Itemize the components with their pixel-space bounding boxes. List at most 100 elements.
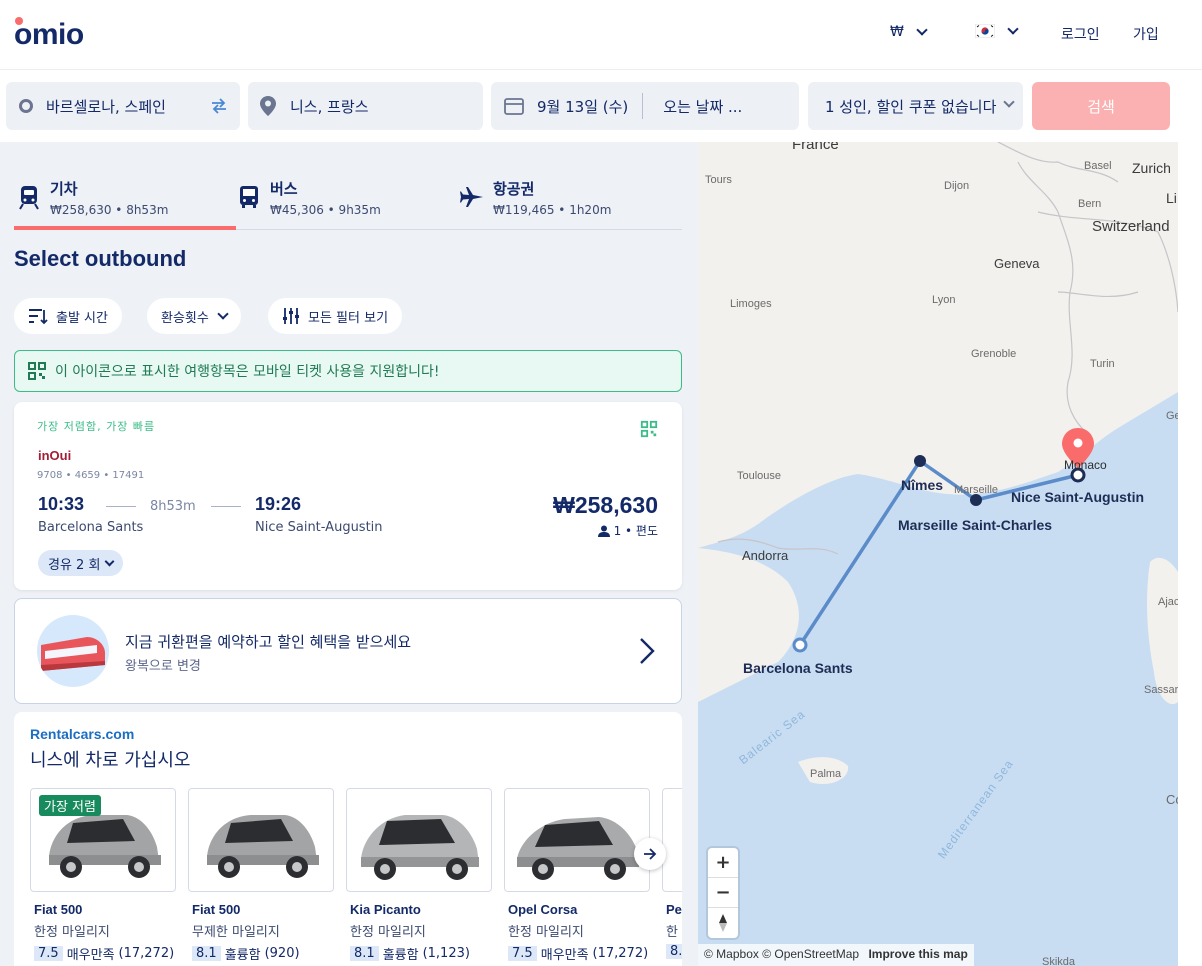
car-rating: 8.	[662, 944, 682, 959]
cheapest-badge: 가장 저렴	[39, 795, 101, 816]
car-image: 가장 저렴	[30, 788, 176, 892]
return-date-placeholder[interactable]: 오는 날짜 ...	[663, 96, 742, 117]
rating-score: 8.1	[192, 946, 221, 961]
train-icon	[19, 186, 39, 210]
chevron-down-icon	[916, 24, 928, 36]
journey-result-card[interactable]: 가장 저렴함, 가장 빠름 inOui 9708 • 4659 • 17491 …	[14, 402, 682, 590]
signup-link[interactable]: 가입	[1133, 24, 1159, 44]
rating-label: 매우만족	[66, 948, 115, 963]
car-card[interactable]: Opel Corsa 한정 마일리지 7.5 매우만족 (17,272)	[504, 788, 650, 963]
attribution-text[interactable]: © Mapbox © OpenStreetMap	[704, 947, 859, 961]
carrier-logo: inOui	[38, 448, 72, 463]
tab-label: 기차	[50, 180, 78, 198]
mobile-ticket-qr-icon	[640, 420, 658, 438]
car-card[interactable]: Fiat 500 무제한 마일리지 8.1 훌륭함 (920)	[188, 788, 334, 963]
results-pane: 기차 ₩258,630 • 8h53m 버스 ₩45,306 • 9h35m 항…	[0, 142, 698, 966]
korea-flag-icon	[975, 24, 995, 38]
all-filters-button[interactable]: 모든 필터 보기	[268, 298, 403, 334]
car-card[interactable]: Kia Picanto 한정 마일리지 8.1 훌륭함 (1,123)	[346, 788, 492, 963]
destination-field[interactable]: 니스, 프랑스	[248, 82, 483, 130]
map-label-sassari: Sassari	[1144, 684, 1181, 696]
zoom-controls: + −	[708, 848, 738, 938]
top-navigation-bar: omio ₩ 로그인 가입	[0, 0, 1202, 70]
date-field[interactable]: 9월 13일 (수) 오는 날짜 ...	[491, 82, 799, 130]
car-card[interactable]: 가장 저렴 Fiat 500 한정 마일리지 7.5 매우만족 (17,272)	[30, 788, 176, 963]
return-trip-promo[interactable]: 지금 귀환편을 예약하고 할인 혜택을 받으세요 왕복으로 변경	[14, 598, 682, 704]
swap-icon[interactable]	[210, 97, 228, 115]
person-icon	[597, 525, 610, 537]
omio-logo[interactable]: omio	[14, 18, 84, 52]
review-count: (17,272)	[592, 946, 649, 961]
map-label-bern: Bern	[1078, 198, 1102, 210]
route-map[interactable]: France Tours Dijon Basel Zurich Bern Li …	[698, 142, 1202, 966]
arrival-time: 19:26	[255, 494, 302, 514]
rating-label: 훌륭함	[224, 948, 261, 963]
rental-title: 니스에 차로 가십시오	[30, 750, 191, 771]
car-rating: 7.5 매우만족 (17,272)	[504, 944, 650, 963]
improve-map-link[interactable]: Improve this map	[868, 947, 967, 961]
map-label-switzerland: Switzerland	[1092, 218, 1170, 235]
station-label-marseille: Marseille Saint-Charles	[898, 517, 1053, 533]
car-rating: 8.1 훌륭함 (1,123)	[346, 944, 492, 963]
search-bar: 바르셀로나, 스페인 니스, 프랑스 9월 13일 (수) 오는 날짜 ... …	[0, 70, 1202, 142]
zoom-in-button[interactable]: +	[708, 848, 738, 878]
login-link[interactable]: 로그인	[1061, 24, 1100, 44]
origin-circle-icon	[19, 99, 33, 113]
passenger-info: 1 • 편도	[597, 522, 658, 539]
car-mileage: 한정 마일리지	[508, 925, 584, 940]
car-mileage: 한정 마일리지	[34, 925, 110, 940]
car-name: Kia Picanto	[350, 902, 421, 917]
train-illustration	[37, 615, 109, 687]
search-button[interactable]: 검색	[1032, 82, 1170, 130]
zoom-out-button[interactable]: −	[708, 878, 738, 908]
transfers-filter-button[interactable]: 환승횟수	[147, 298, 241, 334]
map-label-skikda: Skikda	[1042, 956, 1076, 966]
car-card[interactable]: Pe 한 8.	[662, 788, 682, 959]
rating-score: 8.1	[350, 946, 379, 961]
car-image	[346, 788, 492, 892]
promo-subtitle[interactable]: 왕복으로 변경	[125, 655, 201, 674]
car-name: Fiat 500	[192, 902, 241, 917]
tab-flights[interactable]: 항공권 ₩119,465 • 1h20m	[459, 172, 611, 230]
stop-dot-barcelona	[792, 637, 808, 653]
passenger-field[interactable]: 1 성인, 할인 쿠폰 없습니다	[808, 82, 1023, 130]
origin-value: 바르셀로나, 스페인	[46, 97, 166, 116]
station-label-nimes: Nîmes	[901, 477, 944, 493]
origin-field[interactable]: 바르셀로나, 스페인	[6, 82, 240, 130]
best-badge: 가장 저렴함, 가장 빠름	[37, 420, 156, 433]
promo-title: 지금 귀환편을 예약하고 할인 혜택을 받으세요	[125, 633, 412, 651]
tab-train[interactable]: 기차 ₩258,630 • 8h53m	[16, 172, 168, 230]
tab-label: 버스	[270, 180, 298, 198]
tab-summary: ₩119,465 • 1h20m	[493, 203, 612, 217]
filter-sliders-icon	[283, 308, 299, 324]
chevron-down-icon	[104, 556, 115, 566]
map-label-lyon: Lyon	[932, 294, 956, 306]
tab-bus[interactable]: 버스 ₩45,306 • 9h35m	[236, 172, 381, 230]
arrow-right-icon	[644, 848, 657, 860]
map-label-toulouse: Toulouse	[737, 470, 782, 482]
depart-date[interactable]: 9월 13일 (수)	[537, 96, 628, 117]
sort-departure-time-button[interactable]: 출발 시간	[14, 298, 122, 334]
filter-label: 모든 필터 보기	[308, 310, 389, 326]
duration-line	[106, 506, 136, 507]
stops-toggle[interactable]: 경유 2 회	[38, 550, 124, 576]
location-pin-icon	[260, 96, 276, 116]
stops-label: 경유 2 회	[48, 557, 101, 573]
car-kia-icon	[361, 815, 479, 880]
chevron-right-icon[interactable]	[639, 637, 655, 665]
currency-selector[interactable]: ₩	[890, 24, 928, 40]
passenger-text: 1 • 편도	[613, 524, 658, 538]
carousel-next-button[interactable]	[634, 838, 666, 870]
arrival-station: Nice Saint-Augustin	[255, 520, 383, 535]
train-numbers: 9708 • 4659 • 17491	[37, 470, 145, 481]
rating-score: 7.5	[508, 946, 537, 961]
currency-symbol: ₩	[890, 24, 904, 40]
duration-line	[211, 506, 241, 507]
station-label-barcelona: Barcelona Sants	[743, 660, 853, 676]
map-label-palma: Palma	[810, 768, 842, 780]
language-selector[interactable]	[975, 23, 1019, 38]
map-label-andorra: Andorra	[742, 548, 789, 563]
compass-button[interactable]	[708, 908, 738, 938]
sort-icon	[29, 309, 48, 325]
mobile-ticket-notice: 이 아이콘으로 표시한 여행항목은 모바일 티켓 사용을 지원합니다!	[14, 350, 682, 392]
